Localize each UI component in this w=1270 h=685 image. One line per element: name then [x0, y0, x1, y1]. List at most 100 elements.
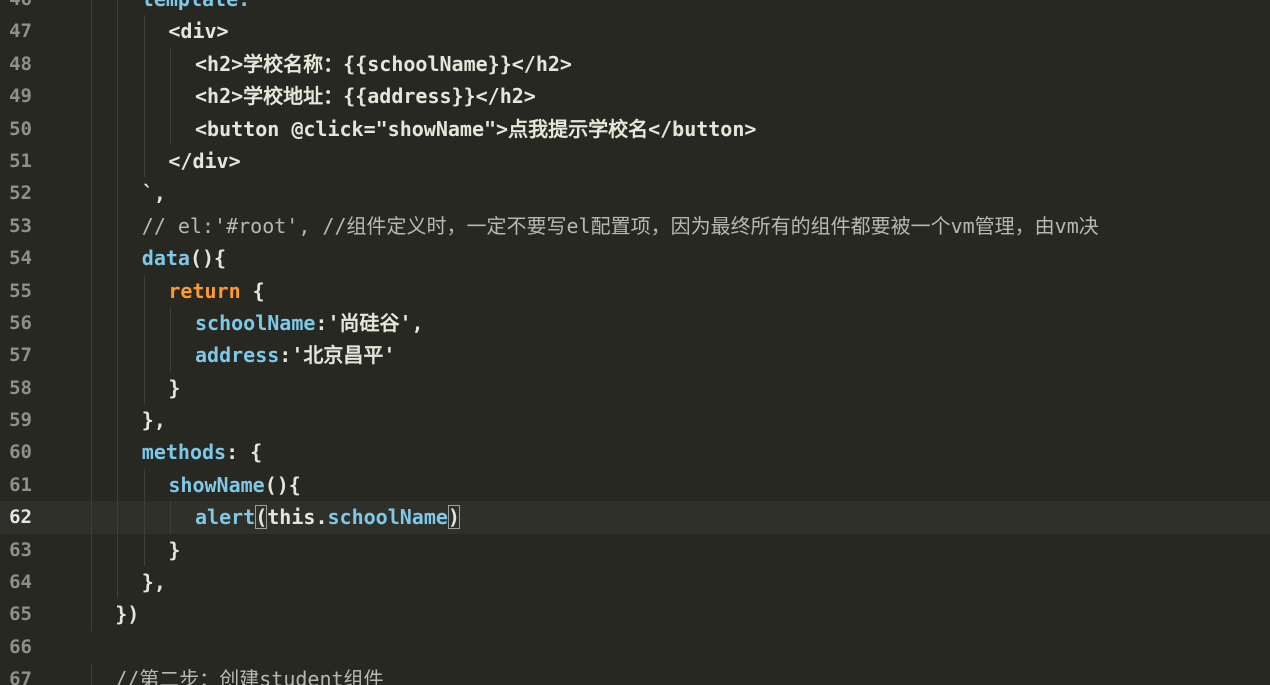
code-line[interactable]: 50 <button @click="showName">点我提示学校名</but… [0, 112, 1270, 145]
code-line[interactable]: 66 [0, 631, 1270, 663]
code-text: <button @click="showName">点我提示学校名</butto… [195, 113, 756, 145]
indent-guide [170, 80, 172, 113]
code-text: <h2>学校名称：{{schoolName}}</h2> [195, 48, 572, 80]
indent-guide [143, 339, 145, 372]
code-line[interactable]: 67 //第二步：创建student组件 [0, 663, 1270, 685]
code-line[interactable]: 46 template:` [0, 0, 1270, 16]
indent-guide [170, 112, 172, 145]
code-text: showName(){ [168, 469, 300, 501]
code-text: alert(this.schoolName) [195, 501, 460, 533]
line-number: 52 [9, 182, 32, 205]
indent-guide [117, 80, 119, 113]
indent-guide [143, 15, 145, 48]
code-editor[interactable]: 46 template:` 47 <div> 48 <h2>学校名称：{{schoolNa… [0, 0, 1270, 685]
line-number: 49 [9, 85, 32, 108]
code-line[interactable]: 56 schoolName:'尚硅谷', [0, 306, 1270, 340]
code-line[interactable]: 61 showName(){ [0, 468, 1270, 502]
code-token: }) [115, 602, 140, 627]
line-number: 64 [9, 571, 32, 594]
indent-guide [117, 177, 119, 210]
code-line[interactable]: 65}) [0, 598, 1270, 631]
code-token: schoolName [195, 310, 316, 335]
indent-guide [143, 47, 145, 81]
line-number: 65 [9, 603, 32, 626]
line-number: 47 [9, 20, 32, 43]
line-number: 50 [9, 117, 32, 140]
indent-guide [117, 371, 119, 405]
code-line[interactable]: 48 <h2>学校名称：{{schoolName}}</h2> [0, 47, 1270, 81]
line-number: 67 [9, 668, 32, 685]
indent-guide [170, 339, 172, 372]
code-token: `, [141, 181, 166, 206]
indent-guide [90, 533, 92, 567]
code-token: return [168, 278, 241, 303]
code-text: } [168, 372, 180, 404]
indent-guide [143, 144, 145, 178]
indent-guide [170, 501, 172, 534]
code-text: //第二步：创建student组件 [115, 663, 383, 685]
indent-guide [117, 112, 119, 145]
indent-guide [117, 468, 119, 502]
code-line[interactable]: 51 </div> [0, 144, 1270, 178]
code-token: { [240, 278, 265, 303]
indent-guide [90, 663, 92, 685]
code-token: methods [141, 440, 227, 465]
code-token: :'尚硅谷', [315, 310, 424, 335]
code-line[interactable]: 49 <h2>学校地址：{{address}}</h2> [0, 80, 1270, 113]
indent-guide [117, 566, 119, 599]
code-token: schoolName [327, 505, 448, 530]
code-line[interactable]: 63} [0, 533, 1270, 567]
indent-guide [90, 306, 92, 340]
code-line[interactable]: 60 methods: { [0, 436, 1270, 469]
code-token: : { [226, 440, 263, 465]
code-token: </div> [168, 148, 241, 173]
indent-guide [90, 404, 92, 437]
code-line[interactable]: 58} [0, 371, 1270, 405]
indent-guide [90, 274, 92, 307]
code-line[interactable]: 57 address:'北京昌平' [0, 339, 1270, 372]
code-text: address:'北京昌平' [195, 339, 395, 371]
code-line[interactable]: 59}, [0, 404, 1270, 437]
indent-guide [90, 177, 92, 210]
indent-guide [117, 47, 119, 81]
line-number: 60 [9, 441, 32, 464]
line-number: 56 [9, 311, 32, 334]
code-text: data(){ [142, 242, 226, 274]
code-token: :'北京昌平' [279, 343, 396, 368]
indent-guide [117, 533, 119, 567]
code-line[interactable]: 64}, [0, 566, 1270, 599]
line-number: 61 [9, 473, 32, 496]
line-number: 46 [0, 0, 32, 15]
code-line[interactable]: 47 <div> [0, 15, 1270, 48]
line-number: 63 [9, 538, 32, 561]
indent-guide [170, 306, 172, 340]
code-text: }, [142, 566, 166, 598]
code-token: . [315, 505, 328, 530]
code-token: //第二步：创建student组件 [115, 667, 384, 685]
indent-guide [117, 209, 119, 243]
indent-guide [90, 339, 92, 372]
indent-guide [90, 112, 92, 145]
line-number: 48 [9, 52, 32, 75]
code-line[interactable]: 53 // el:'#root', //组件定义时，一定不要写el配置项，因为最终… [0, 209, 1270, 243]
code-token: alert [195, 505, 256, 530]
indent-guide [117, 339, 119, 372]
indent-guide [90, 15, 92, 48]
code-token: } [168, 375, 181, 400]
code-line[interactable]: 54 data(){ [0, 242, 1270, 275]
code-text: </div> [168, 145, 240, 177]
code-text: }, [142, 404, 166, 436]
code-text: schoolName:'尚硅谷', [195, 307, 424, 339]
code-line[interactable]: 62 alert(this.schoolName) [0, 501, 1270, 534]
indent-guide [117, 15, 119, 48]
indent-guide [117, 242, 119, 275]
code-token: } [168, 537, 181, 562]
code-line[interactable]: 52 `, [0, 177, 1270, 210]
code-token: data [141, 246, 190, 271]
indent-guide [143, 501, 145, 534]
indent-guide [90, 242, 92, 275]
code-token: }, [141, 570, 166, 595]
indent-guide [143, 80, 145, 113]
code-text: <h2>学校地址：{{address}}</h2> [195, 80, 536, 112]
code-line[interactable]: 55 return { [0, 274, 1270, 307]
